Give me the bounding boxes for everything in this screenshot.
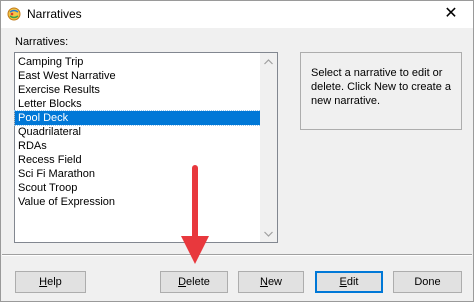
edit-button[interactable]: Edit (315, 271, 383, 293)
done-button-label: Done (414, 276, 441, 288)
scroll-up-icon[interactable] (260, 53, 277, 70)
narratives-listbox[interactable]: Camping Trip East West Narrative Exercise … (14, 52, 278, 243)
list-item[interactable]: Recess Field (15, 153, 261, 167)
scroll-down-icon[interactable] (260, 225, 277, 242)
list-item[interactable]: Sci Fi Marathon (15, 167, 261, 181)
list-item[interactable]: Value of Expression (15, 195, 261, 209)
new-button[interactable]: New (238, 271, 304, 293)
help-button-label: Help (39, 276, 62, 288)
list-items: Camping Trip East West Narrative Exercise … (14, 55, 262, 209)
delete-button-label: Delete (178, 276, 210, 288)
vertical-scrollbar[interactable] (260, 53, 277, 242)
list-item[interactable]: Camping Trip (15, 55, 261, 69)
list-item[interactable]: Pool Deck (14, 110, 262, 126)
red-arrow-annotation (181, 165, 209, 264)
edit-button-label: Edit (339, 276, 359, 288)
title-bar: Narratives ✕ (1, 1, 473, 28)
close-button[interactable]: ✕ (441, 4, 461, 24)
narratives-dialog: Narratives ✕ Narratives: Camping Trip Eas… (0, 0, 474, 302)
description-text: Select a narrative to edit or delete. Cl… (311, 67, 452, 107)
list-item[interactable]: RDAs (15, 139, 261, 153)
list-item[interactable]: Quadrilateral (15, 125, 261, 139)
list-item[interactable]: Scout Troop (15, 181, 261, 195)
globe-icon (7, 7, 21, 21)
window-title: Narratives (27, 7, 82, 21)
separator (2, 254, 472, 256)
narratives-list-label: Narratives: (15, 36, 69, 48)
delete-button[interactable]: Delete (160, 271, 228, 293)
list-item[interactable]: Letter Blocks (15, 97, 261, 111)
list-item[interactable]: East West Narrative (15, 69, 261, 83)
done-button[interactable]: Done (393, 271, 462, 293)
description-panel: Select a narrative to edit or delete. Cl… (300, 52, 462, 130)
new-button-label: New (259, 276, 282, 288)
help-button[interactable]: Help (15, 271, 86, 293)
close-icon: ✕ (444, 5, 458, 22)
list-item[interactable]: Exercise Results (15, 83, 261, 97)
